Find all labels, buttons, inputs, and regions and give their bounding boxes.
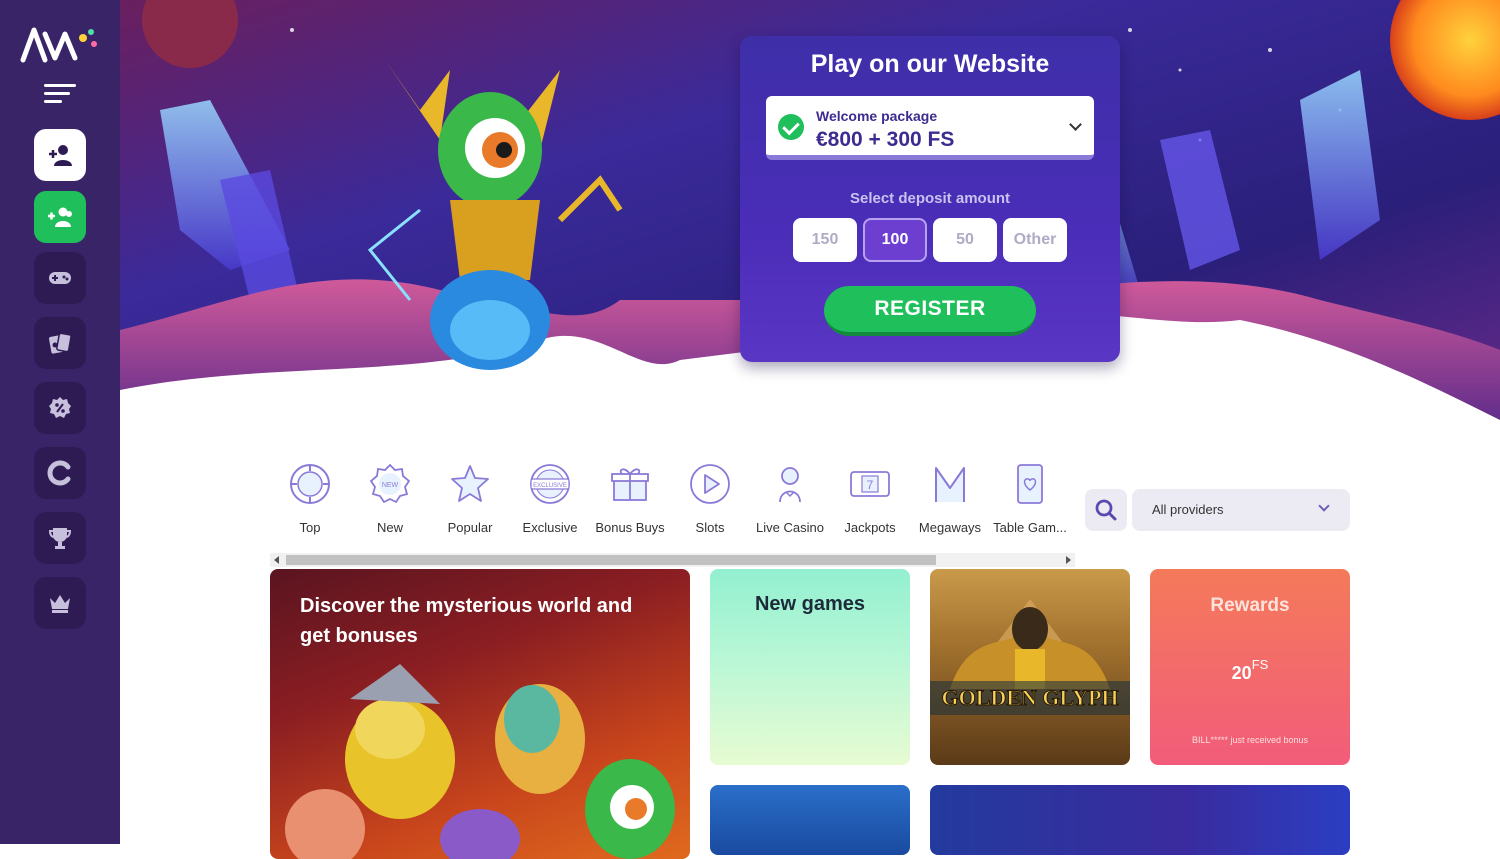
category-new[interactable]: NEW New xyxy=(350,460,430,535)
dealer-icon xyxy=(779,467,801,503)
category-strip: Top NEW New Popular EXCLUSIVE Exclusive … xyxy=(270,460,1080,546)
category-label: Table Gam... xyxy=(993,520,1067,535)
crown-icon xyxy=(50,595,70,613)
chevron-down-icon xyxy=(1069,118,1082,131)
category-label: Exclusive xyxy=(522,520,578,535)
search-icon xyxy=(1095,499,1117,521)
deposit-amount-100[interactable]: 100 xyxy=(863,218,927,262)
rewards-amount-value: 20 xyxy=(1231,663,1252,683)
sidebar-item-vip[interactable] xyxy=(34,577,86,629)
game-tile[interactable] xyxy=(710,785,910,855)
category-top[interactable]: Top xyxy=(270,460,350,535)
providers-select-value: All providers xyxy=(1152,502,1224,517)
rewards-amount-unit: FS xyxy=(1251,657,1269,672)
category-jackpots[interactable]: 7 Jackpots xyxy=(830,460,910,535)
new-games-tile[interactable]: New games xyxy=(710,569,910,765)
category-megaways[interactable]: Megaways xyxy=(910,460,990,535)
new-games-title: New games xyxy=(754,593,866,615)
category-popular[interactable]: Popular xyxy=(430,460,510,535)
game-tile[interactable] xyxy=(930,785,1350,855)
cards-icon xyxy=(49,332,72,354)
sidebar-item-promotions[interactable] xyxy=(34,382,86,434)
category-label: New xyxy=(376,520,403,535)
category-table-games[interactable]: Table Gam... xyxy=(990,460,1070,535)
category-label: Jackpots xyxy=(844,520,896,535)
register-side-button[interactable] xyxy=(34,191,86,243)
registration-card: Play on our Website Welcome package €800… xyxy=(740,36,1120,362)
game-tile-golden-glyph[interactable]: GOLDEN GLYPH xyxy=(930,569,1130,765)
new-icon: NEW xyxy=(369,463,411,504)
registration-title: Play on our Website xyxy=(810,50,1050,78)
deposit-amount-other[interactable]: Other xyxy=(1003,218,1067,262)
rewards-amount: 20FS xyxy=(1150,657,1350,684)
gift-icon xyxy=(611,468,649,501)
hero-banner: Play on our Website Welcome package €800… xyxy=(120,0,1500,430)
category-label: Slots xyxy=(695,520,725,535)
logo[interactable] xyxy=(20,22,100,64)
sidebar-item-table-games[interactable] xyxy=(34,317,86,369)
check-icon xyxy=(778,114,804,140)
exclusive-icon: EXCLUSIVE xyxy=(530,464,570,504)
golden-glyph-artwork xyxy=(950,599,1110,689)
users-icon xyxy=(48,207,72,227)
star-icon xyxy=(451,465,489,502)
trophy-icon xyxy=(48,528,72,549)
rewards-note: BILL***** just received bonus xyxy=(1191,735,1309,745)
card-icon xyxy=(1017,464,1043,504)
category-bonus-buys[interactable]: Bonus Buys xyxy=(590,460,670,535)
svg-text:NEW: NEW xyxy=(382,482,399,489)
hamburger-icon xyxy=(44,84,76,87)
rewards-title: Rewards xyxy=(1210,595,1290,616)
scroll-right-icon[interactable] xyxy=(1066,556,1071,564)
deposit-amount-50[interactable]: 50 xyxy=(933,218,997,262)
category-live-casino[interactable]: Live Casino xyxy=(750,460,830,535)
user-plus-icon xyxy=(49,145,72,166)
search-button[interactable] xyxy=(1085,489,1127,531)
promo-title: Discover the mysterious world and get bo… xyxy=(300,595,633,647)
promo-tile[interactable]: Discover the mysterious world and get bo… xyxy=(270,569,690,859)
scroll-thumb[interactable] xyxy=(286,555,936,565)
category-slots[interactable]: Slots xyxy=(670,460,750,535)
sidebar xyxy=(0,0,120,844)
welcome-package-label: Welcome package xyxy=(816,108,938,124)
sidebar-item-tournaments[interactable] xyxy=(34,512,86,564)
megaways-icon xyxy=(935,467,965,502)
sidebar-item-brand[interactable] xyxy=(34,447,86,499)
category-label: Top xyxy=(299,520,321,535)
scroll-left-icon[interactable] xyxy=(274,556,279,564)
golden-glyph-title: GOLDEN GLYPH xyxy=(930,681,1130,715)
chevron-down-icon xyxy=(1318,500,1330,512)
sign-in-button[interactable] xyxy=(34,129,86,181)
deposit-amount-options: 150 100 50 Other xyxy=(793,218,1067,262)
deposit-amount-label: Select deposit amount xyxy=(849,190,1011,207)
svg-text:EXCLUSIVE: EXCLUSIVE xyxy=(533,483,567,489)
category-label: Bonus Buys xyxy=(595,520,665,535)
percent-badge-icon xyxy=(49,397,71,418)
welcome-package-value: €800 + 300 FS xyxy=(816,128,955,151)
category-scrollbar[interactable] xyxy=(270,553,1075,567)
category-exclusive[interactable]: EXCLUSIVE Exclusive xyxy=(510,460,590,535)
sidebar-item-games[interactable] xyxy=(34,252,86,304)
category-label: Popular xyxy=(447,520,493,535)
category-label: Live Casino xyxy=(756,520,824,535)
svg-text:7: 7 xyxy=(867,478,874,492)
gamepad-icon xyxy=(49,272,71,284)
loading-icon xyxy=(47,460,71,486)
welcome-package-select[interactable]: Welcome package €800 + 300 FS xyxy=(766,96,1094,160)
providers-select[interactable]: All providers xyxy=(1132,489,1350,531)
deposit-amount-150[interactable]: 150 xyxy=(793,218,857,262)
rewards-tile[interactable]: Rewards 20FS BILL***** just received bon… xyxy=(1150,569,1350,765)
register-button[interactable]: REGISTER xyxy=(824,286,1036,336)
jackpot-icon: 7 xyxy=(850,471,890,497)
menu-button[interactable] xyxy=(44,84,76,106)
play-icon xyxy=(690,464,730,504)
category-label: Megaways xyxy=(918,520,982,535)
top-icon xyxy=(290,464,330,504)
